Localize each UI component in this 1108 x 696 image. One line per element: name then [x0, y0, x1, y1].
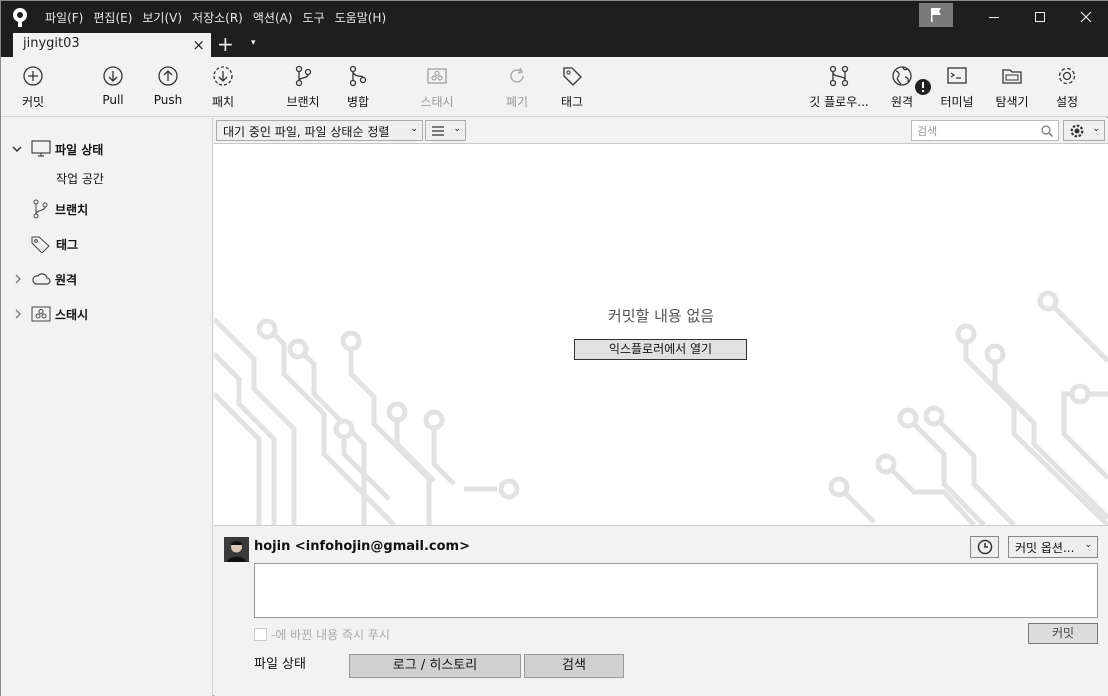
menu-tools[interactable]: 도구 — [303, 9, 325, 26]
search-icon — [1041, 125, 1053, 137]
branch-toolbar-button[interactable]: 브랜치 — [273, 65, 333, 110]
tab-close-icon[interactable]: × — [192, 36, 205, 54]
discard-toolbar-button[interactable]: 폐기 — [487, 65, 547, 110]
close-window-button[interactable] — [1063, 1, 1108, 33]
gear-icon — [1058, 67, 1076, 85]
menu-edit[interactable]: 편집(E) — [93, 9, 132, 26]
explorer-toolbar-button[interactable]: 탐색기 — [982, 65, 1042, 110]
repo-tab-jinygit03[interactable]: jinygit03 × — [13, 33, 211, 57]
terminal-icon — [947, 67, 967, 84]
file-status-panel: 커밋할 내용 없음 익스플로러에서 열기 — [214, 144, 1108, 525]
sourcetree-logo-icon — [13, 8, 27, 27]
maximize-icon — [1035, 12, 1045, 22]
chevron-down-icon — [12, 146, 22, 153]
push-toolbar-button[interactable]: Push — [138, 65, 198, 107]
minimize-icon — [989, 17, 999, 18]
globe-icon — [892, 66, 912, 86]
file-filter-bar: 대기 중인 파일, 파일 상태순 정렬 ⌄ ⌄ 검색 ⌄ — [214, 118, 1108, 144]
push-arrow-up-icon — [158, 66, 178, 86]
circuit-background-icon — [214, 290, 1108, 525]
gitflow-toolbar-button[interactable]: 깃 플로우... — [806, 65, 872, 110]
gitflow-icon — [829, 65, 849, 87]
menu-help[interactable]: 도움말(H) — [335, 9, 387, 26]
sidebar-item-workspace[interactable]: 작업 공간 — [56, 170, 104, 187]
maximize-button[interactable] — [1017, 1, 1063, 33]
commit-options-dropdown[interactable]: 커밋 옵션... ⌄ — [1008, 536, 1098, 558]
list-icon — [432, 126, 444, 136]
cloud-icon — [32, 273, 51, 285]
sidebar-item-stashes[interactable]: 스태시 — [13, 303, 88, 325]
fetch-toolbar-button[interactable]: 패치 — [193, 65, 253, 110]
chevron-right-icon — [15, 309, 21, 319]
clock-icon — [977, 539, 992, 555]
checkbox-box[interactable] — [254, 628, 267, 641]
sort-dropdown[interactable]: 대기 중인 파일, 파일 상태순 정렬 ⌄ — [216, 120, 423, 141]
tab-log-history[interactable]: 로그 / 히스토리 — [349, 654, 521, 678]
pull-toolbar-button[interactable]: Pull — [83, 65, 143, 107]
chevron-right-icon — [15, 274, 21, 284]
commit-plus-icon — [23, 66, 43, 86]
tab-dropdown-icon[interactable]: ▾ — [251, 38, 256, 48]
stash-box-icon — [31, 306, 51, 322]
user-avatar-icon — [224, 537, 249, 562]
stash-box-icon — [427, 68, 447, 84]
bottom-tab-bar: 파일 상태 로그 / 히스토리 검색 — [214, 654, 1108, 696]
new-tab-button[interactable]: + — [217, 34, 234, 54]
merge-toolbar-button[interactable]: 병합 — [328, 65, 388, 110]
commit-panel: hojin <infohojin@gmail.com> 커밋 옵션... ⌄ -… — [214, 525, 1108, 655]
avatar — [224, 537, 249, 562]
pull-arrow-down-icon — [103, 66, 123, 86]
menu-view[interactable]: 보기(V) — [142, 9, 182, 26]
minimize-button[interactable] — [971, 1, 1017, 33]
commit-author: hojin <infohojin@gmail.com> — [254, 539, 470, 554]
menu-repository[interactable]: 저장소(R) — [192, 9, 243, 26]
sidebar-item-file-status[interactable]: 파일 상태 — [11, 138, 103, 160]
commit-button[interactable]: 커밋 — [1028, 623, 1098, 644]
tag-icon — [563, 67, 582, 86]
sourcetree-window: 파일(F) 편집(E) 보기(V) 저장소(R) 액션(A) 도구 도움말(H)… — [0, 0, 1108, 696]
sidebar: 파일 상태 작업 공간 브랜치 태그 원격 스태시 — [1, 118, 213, 696]
discard-refresh-icon — [510, 67, 524, 83]
tab-search[interactable]: 검색 — [524, 654, 624, 678]
chevron-down-icon: ⌄ — [1084, 540, 1092, 550]
flag-icon — [931, 8, 941, 22]
terminal-toolbar-button[interactable]: 터미널 — [927, 65, 987, 110]
menu-actions[interactable]: 액션(A) — [253, 9, 293, 26]
branch-icon — [33, 199, 48, 219]
no-changes-message: 커밋할 내용 없음 — [607, 307, 715, 325]
repository-tab-bar: jinygit03 × + ▾ — [1, 33, 1108, 57]
push-immediately-checkbox[interactable]: -에 바뀐 내용 즉시 푸시 — [254, 626, 390, 643]
file-options-dropdown[interactable]: ⌄ — [1063, 120, 1105, 141]
stash-toolbar-button[interactable]: 스태시 — [407, 65, 467, 110]
menu-bar: 파일(F) 편집(E) 보기(V) 저장소(R) 액션(A) 도구 도움말(H) — [45, 1, 396, 33]
chevron-down-icon: ⌄ — [1092, 124, 1100, 134]
sidebar-item-tags[interactable]: 태그 — [31, 233, 78, 255]
sidebar-item-branches[interactable]: 브랜치 — [31, 198, 88, 220]
tag-toolbar-button[interactable]: 태그 — [542, 65, 602, 110]
menu-file[interactable]: 파일(F) — [45, 9, 83, 26]
repo-tab-label: jinygit03 — [23, 36, 80, 51]
close-icon — [1080, 11, 1092, 23]
tab-file-status[interactable]: 파일 상태 — [214, 654, 346, 678]
file-search-input[interactable]: 검색 — [911, 120, 1059, 141]
settings-toolbar-button[interactable]: 설정 — [1037, 65, 1097, 110]
folder-icon — [1002, 69, 1022, 84]
commit-toolbar-button[interactable]: 커밋 — [3, 65, 63, 110]
tag-icon — [31, 236, 50, 253]
chevron-down-icon: ⌄ — [453, 124, 461, 134]
open-in-explorer-button[interactable]: 익스플로러에서 열기 — [574, 339, 747, 360]
branch-icon — [295, 65, 312, 87]
commit-message-input[interactable] — [254, 563, 1098, 618]
main-toolbar: 커밋 Pull Push 패치 브랜치 병합 스태시 폐기 태그 깃 플로우..… — [1, 57, 1108, 117]
title-bar: 파일(F) 편집(E) 보기(V) 저장소(R) 액션(A) 도구 도움말(H) — [1, 1, 1108, 33]
fetch-dashed-arrow-icon — [213, 66, 233, 86]
notification-flag-button[interactable] — [919, 3, 953, 27]
gear-icon — [1070, 124, 1084, 138]
view-mode-dropdown[interactable]: ⌄ — [425, 120, 466, 141]
monitor-icon — [31, 140, 51, 157]
sidebar-item-remotes[interactable]: 원격 — [13, 268, 77, 290]
merge-icon — [349, 65, 367, 87]
commit-history-button[interactable] — [970, 536, 999, 558]
chevron-down-icon: ⌄ — [410, 124, 418, 134]
